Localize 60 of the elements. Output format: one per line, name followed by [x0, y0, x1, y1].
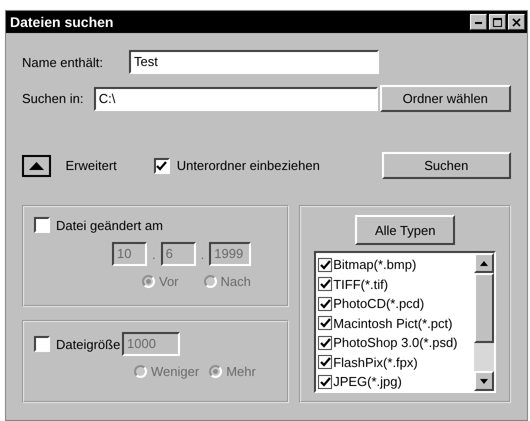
- advanced-label: Erweitert: [66, 158, 118, 173]
- minimize-icon: [475, 20, 482, 24]
- radio-label: Mehr: [226, 364, 256, 379]
- triangle-icon: [26, 160, 46, 172]
- check-icon: [320, 260, 331, 270]
- file-type-item[interactable]: PhotoCD(*.pcd): [318, 294, 472, 314]
- subfolders-checkbox[interactable]: [154, 158, 170, 174]
- choose-folder-button[interactable]: Ordner wählen: [380, 85, 512, 112]
- radio-button[interactable]: [134, 365, 147, 378]
- maximize-button[interactable]: [489, 14, 506, 30]
- file-type-checkbox[interactable]: [318, 355, 332, 370]
- check-icon: [320, 279, 331, 290]
- window-title: Dateien suchen: [10, 14, 114, 30]
- date-label: Datei geändert am: [56, 218, 163, 232]
- radio-button[interactable]: [204, 275, 217, 288]
- file-type-checkbox[interactable]: [318, 296, 332, 311]
- file-type-item[interactable]: TIFF(*.tif): [318, 274, 472, 294]
- maximize-icon: [493, 18, 502, 26]
- check-icon: [320, 318, 331, 328]
- radio-button[interactable]: [142, 275, 155, 288]
- check-icon: [320, 376, 331, 387]
- radio-label: Weniger: [151, 364, 200, 379]
- file-type-checkbox[interactable]: [318, 316, 332, 330]
- scroll-up-button[interactable]: [474, 253, 494, 273]
- check-icon: [320, 338, 331, 348]
- scrollbar[interactable]: [474, 253, 494, 391]
- subfolders-label: Unterordner einbeziehen: [176, 158, 321, 173]
- radio-label: Nach: [220, 274, 251, 289]
- file-type-item[interactable]: FlashPix(*.fpx): [318, 352, 472, 372]
- file-type-item[interactable]: JPEG(*.jpg): [318, 372, 472, 391]
- date-separator: .: [200, 246, 204, 262]
- radio-button[interactable]: [209, 365, 222, 378]
- close-icon: [512, 18, 521, 26]
- search-button[interactable]: Suchen: [382, 152, 511, 179]
- file-type-item[interactable]: PhotoShop 3.0(*.psd): [318, 333, 472, 352]
- close-button[interactable]: [508, 14, 525, 30]
- size-checkbox[interactable]: [34, 336, 50, 352]
- file-type-checkbox[interactable]: [318, 374, 332, 389]
- folder-field[interactable]: C:\: [94, 86, 378, 110]
- date-checkbox[interactable]: [34, 217, 50, 233]
- up-arrow-icon: [480, 260, 488, 266]
- file-type-item[interactable]: Macintosh Pict(*.pct): [318, 314, 472, 333]
- check-icon: [156, 160, 168, 170]
- name-label: Name enthält:: [22, 54, 104, 70]
- minimize-button[interactable]: [470, 14, 487, 30]
- file-type-item[interactable]: Bitmap(*.bmp): [318, 255, 472, 274]
- file-type-checkbox[interactable]: [318, 277, 332, 292]
- all-types-button[interactable]: Alle Typen: [355, 215, 456, 245]
- expand-button[interactable]: [22, 154, 50, 176]
- scroll-thumb[interactable]: [474, 273, 494, 343]
- folder-label: Suchen in:: [22, 91, 84, 106]
- check-icon: [320, 357, 331, 368]
- scroll-down-button[interactable]: [474, 371, 494, 391]
- file-type-checkbox[interactable]: [318, 336, 332, 350]
- date-separator: .: [152, 246, 156, 262]
- check-icon: [320, 298, 331, 309]
- radio-label: Vor: [159, 274, 179, 289]
- name-field[interactable]: Test: [129, 50, 379, 74]
- down-arrow-icon: [480, 378, 488, 384]
- file-type-checkbox[interactable]: [318, 258, 332, 272]
